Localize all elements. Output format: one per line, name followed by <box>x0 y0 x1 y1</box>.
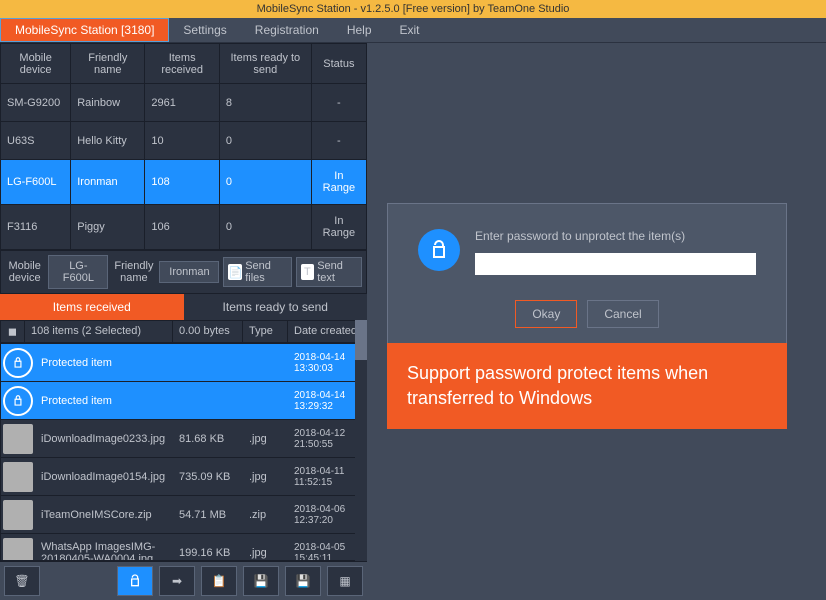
export-button[interactable]: ➡ <box>159 566 195 596</box>
feature-callout: Support password protect items when tran… <box>387 343 787 429</box>
copy-button[interactable]: 📋 <box>201 566 237 596</box>
item-name: WhatsApp ImagesIMG-20180405-WA0004.jpg <box>35 537 173 562</box>
item-row[interactable]: Protected item2018-04-1413:29:32 <box>1 382 366 420</box>
dialog-prompt: Enter password to unprotect the item(s) <box>475 229 756 243</box>
item-name: Protected item <box>35 391 173 411</box>
item-row[interactable]: iTeamOneIMSCore.zip54.71 MB.zip2018-04-0… <box>1 496 366 534</box>
arrow-right-icon: ➡ <box>172 574 182 588</box>
toolbar: 🗑 ➡ 📋 💾 💾 ▦ <box>0 561 367 600</box>
menu-settings[interactable]: Settings <box>169 19 240 41</box>
okay-button[interactable]: Okay <box>515 300 577 328</box>
tab-items-received[interactable]: Items received <box>0 294 184 320</box>
thumbnail <box>3 462 33 492</box>
device-row[interactable]: U63SHello Kitty100- <box>1 122 367 160</box>
delete-button[interactable]: 🗑 <box>4 566 40 596</box>
save-as-button[interactable]: 💾 <box>285 566 321 596</box>
item-name: iDownloadImage0233.jpg <box>35 429 173 449</box>
friendly-name-field[interactable]: Ironman <box>159 261 219 283</box>
send-files-icon: 📄 <box>228 264 242 280</box>
col-ready: Items ready to send <box>219 44 311 84</box>
col-friendly: Friendly name <box>71 44 145 84</box>
col-device: Mobile device <box>1 44 71 84</box>
copy-icon: 📋 <box>212 574 227 588</box>
window-title: MobileSync Station - v1.2.5.0 [Free vers… <box>0 0 826 18</box>
item-type: .jpg <box>243 429 288 449</box>
item-size: 54.71 MB <box>173 505 243 525</box>
item-size: 81.68 KB <box>173 429 243 449</box>
grid-icon: ▦ <box>339 574 350 588</box>
item-name: Protected item <box>35 353 173 373</box>
lock-thumb-icon <box>3 348 33 378</box>
item-row[interactable]: iDownloadImage0233.jpg81.68 KB.jpg2018-0… <box>1 420 366 458</box>
lock-icon <box>127 573 143 589</box>
mobile-device-field[interactable]: LG-F600L <box>48 255 108 289</box>
device-row[interactable]: SM-G9200Rainbow29618- <box>1 84 367 122</box>
item-size <box>173 359 243 367</box>
trash-icon: 🗑 <box>14 574 29 588</box>
item-size: 199.16 KB <box>173 543 243 562</box>
item-row[interactable]: iDownloadImage0154.jpg735.09 KB.jpg2018-… <box>1 458 366 496</box>
send-text-button[interactable]: T Send text <box>296 257 362 287</box>
send-text-icon: T <box>301 264 315 280</box>
unlock-button[interactable] <box>117 566 153 596</box>
item-type: .jpg <box>243 543 288 562</box>
friendly-name-label: Friendly name <box>112 260 155 284</box>
items-header: ◼ 108 items (2 Selected) 0.00 bytes Type… <box>0 320 367 343</box>
thumbnail <box>3 500 33 530</box>
item-type: .jpg <box>243 467 288 487</box>
cancel-button[interactable]: Cancel <box>587 300 658 328</box>
items-scrollbar[interactable] <box>355 320 367 561</box>
thumbnail <box>3 538 33 562</box>
item-name: iTeamOneIMSCore.zip <box>35 505 173 525</box>
thumbnail <box>3 424 33 454</box>
item-type <box>243 397 288 405</box>
save-button[interactable]: 💾 <box>243 566 279 596</box>
item-type <box>243 359 288 367</box>
tab-items-ready[interactable]: Items ready to send <box>184 294 368 320</box>
item-name: iDownloadImage0154.jpg <box>35 467 173 487</box>
tab-bar: Items received Items ready to send <box>0 294 367 320</box>
send-files-button[interactable]: 📄 Send files <box>223 257 291 287</box>
mobile-bar: Mobile device LG-F600L Friendly name Iro… <box>0 250 367 294</box>
menubar: MobileSync Station [3180] Settings Regis… <box>0 18 826 43</box>
item-row[interactable]: WhatsApp ImagesIMG-20180405-WA0004.jpg19… <box>1 534 366 561</box>
save-multi-icon: 💾 <box>296 574 311 588</box>
header-summary[interactable]: 108 items (2 Selected) <box>25 321 173 342</box>
password-input[interactable] <box>475 253 756 275</box>
item-size: 735.09 KB <box>173 467 243 487</box>
mobile-device-label: Mobile device <box>5 260 44 284</box>
item-type: .zip <box>243 505 288 525</box>
menu-help[interactable]: Help <box>333 19 386 41</box>
device-row[interactable]: LG-F600LIronman1080In Range <box>1 160 367 205</box>
lock-thumb-icon <box>3 386 33 416</box>
unlock-icon <box>418 229 460 271</box>
device-row[interactable]: F3116Piggy1060In Range <box>1 205 367 250</box>
save-icon: 💾 <box>254 574 269 588</box>
col-status: Status <box>311 44 366 84</box>
device-table: Mobile device Friendly name Items receiv… <box>0 43 367 250</box>
menu-registration[interactable]: Registration <box>241 19 333 41</box>
item-row[interactable]: Protected item2018-04-1413:30:03 <box>1 344 366 382</box>
menu-station[interactable]: MobileSync Station [3180] <box>0 18 169 42</box>
password-dialog: Enter password to unprotect the item(s) … <box>387 203 787 354</box>
col-received: Items received <box>145 44 220 84</box>
menu-exit[interactable]: Exit <box>386 19 434 41</box>
grid-button[interactable]: ▦ <box>327 566 363 596</box>
select-all-checkbox[interactable]: ◼ <box>1 321 25 342</box>
header-size[interactable]: 0.00 bytes <box>173 321 243 342</box>
items-list[interactable]: Protected item2018-04-1413:30:03Protecte… <box>0 343 367 561</box>
item-size <box>173 397 243 405</box>
header-type[interactable]: Type <box>243 321 288 342</box>
